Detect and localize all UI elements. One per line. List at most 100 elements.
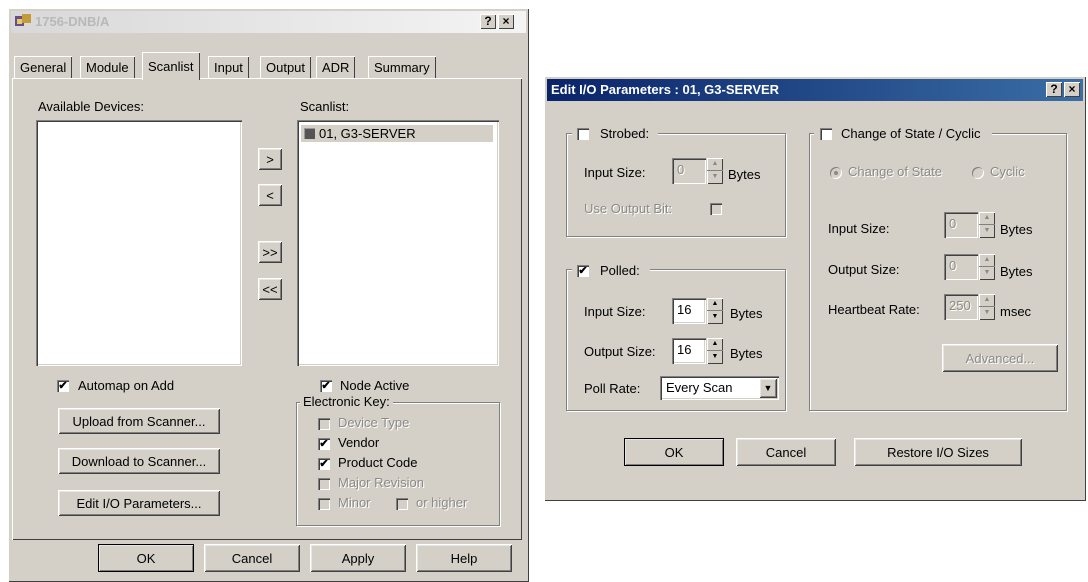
- or-higher-label: or higher: [416, 495, 468, 510]
- cos-output-spinner[interactable]: ▲ ▼: [979, 254, 995, 280]
- cyclic-radio[interactable]: [972, 167, 984, 179]
- device-type-checkbox[interactable]: [318, 418, 330, 430]
- vendor-checkbox[interactable]: ✔: [318, 438, 330, 450]
- spin-up-icon: ▲: [707, 158, 723, 171]
- cos-input-spinner[interactable]: ▲ ▼: [979, 212, 995, 238]
- cos-input-size-field[interactable]: 0: [944, 212, 978, 238]
- polled-output-size-field[interactable]: 16: [672, 338, 706, 364]
- product-code-checkbox[interactable]: ✔: [318, 458, 330, 470]
- apply-button[interactable]: Apply: [310, 544, 406, 572]
- available-devices-list[interactable]: [36, 120, 242, 366]
- cos-output-size-field[interactable]: 0: [944, 254, 978, 280]
- upload-from-scanner-button[interactable]: Upload from Scanner...: [58, 408, 220, 434]
- node-active-label: Node Active: [340, 378, 410, 393]
- tab-summary[interactable]: Summary: [368, 56, 436, 78]
- spin-up-icon: ▲: [979, 294, 995, 307]
- spin-up-icon: ▲: [707, 298, 723, 311]
- spin-down-icon: ▼: [983, 269, 991, 276]
- strobed-input-size-value: 0: [677, 162, 685, 177]
- strobed-bytes-label: Bytes: [728, 167, 761, 182]
- remove-all-button[interactable]: <<: [258, 278, 282, 300]
- spin-down-icon: ▼: [711, 353, 719, 360]
- cos-output-size-value: 0: [949, 258, 957, 273]
- edit-io-parameters-button[interactable]: Edit I/O Parameters...: [58, 490, 220, 516]
- help-title-button[interactable]: ?: [480, 14, 496, 29]
- use-output-bit-checkbox[interactable]: [710, 203, 722, 215]
- tab-scanlist[interactable]: Scanlist: [142, 52, 200, 80]
- scanner-title-bar[interactable]: 1756-DNB/A ? ×: [11, 11, 526, 33]
- io-title-bar[interactable]: Edit I/O Parameters : 01, G3-SERVER ? ×: [547, 79, 1083, 101]
- io-dialog-title: Edit I/O Parameters : 01, G3-SERVER: [551, 82, 780, 97]
- polled-input-size-field[interactable]: 16: [672, 298, 706, 324]
- add-all-button[interactable]: >>: [258, 241, 282, 263]
- cos-output-size-label: Output Size:: [828, 262, 900, 277]
- tab-module[interactable]: Module: [80, 56, 135, 78]
- restore-io-sizes-button[interactable]: Restore I/O Sizes: [854, 438, 1022, 466]
- polled-output-spinner[interactable]: ▲ ▼: [707, 338, 723, 364]
- remove-device-button[interactable]: <: [258, 184, 282, 206]
- scanlist-item-label: 01, G3-SERVER: [319, 126, 416, 141]
- scanlist-label: Scanlist:: [300, 99, 350, 114]
- cos-input-bytes-label: Bytes: [1000, 222, 1033, 237]
- spin-down-icon: ▼: [711, 313, 719, 320]
- heartbeat-rate-value: 250: [949, 298, 971, 313]
- strobed-group: [566, 133, 786, 237]
- msec-label: msec: [1000, 304, 1032, 319]
- node-active-checkbox[interactable]: ✔: [320, 380, 332, 392]
- cos-input-size-label: Input Size:: [828, 221, 890, 236]
- close-title-button[interactable]: ×: [498, 14, 514, 29]
- major-revision-checkbox[interactable]: [318, 478, 330, 490]
- poll-rate-select[interactable]: Every Scan ▼: [660, 376, 779, 400]
- tab-adr[interactable]: ADR: [316, 56, 356, 78]
- poll-rate-value: Every Scan: [666, 380, 733, 395]
- strobed-checkbox[interactable]: [577, 128, 589, 140]
- strobed-input-size-label: Input Size:: [584, 165, 646, 180]
- io-close-title-button[interactable]: ×: [1064, 82, 1080, 97]
- heartbeat-spinner[interactable]: ▲ ▼: [979, 294, 995, 320]
- strobed-input-size-field[interactable]: 0: [672, 158, 706, 184]
- polled-output-size-label: Output Size:: [584, 344, 656, 359]
- tab-general[interactable]: General: [14, 56, 73, 78]
- download-to-scanner-button[interactable]: Download to Scanner...: [58, 448, 220, 474]
- cancel-button[interactable]: Cancel: [204, 544, 300, 572]
- polled-output-size-value: 16: [677, 342, 692, 357]
- polled-input-spinner[interactable]: ▲ ▼: [707, 298, 723, 324]
- automap-checkbox[interactable]: ✔: [57, 380, 69, 392]
- chevron-down-icon[interactable]: ▼: [759, 378, 777, 398]
- polled-input-size-value: 16: [677, 302, 692, 317]
- scanlist-box[interactable]: 01, G3-SERVER: [297, 120, 499, 366]
- io-help-title-button[interactable]: ?: [1046, 82, 1062, 97]
- tab-input[interactable]: Input: [208, 56, 249, 78]
- advanced-button[interactable]: Advanced...: [942, 344, 1058, 372]
- polled-checkbox[interactable]: ✔: [577, 265, 589, 277]
- spin-up-icon: ▲: [707, 338, 723, 351]
- electronic-key-label: Electronic Key:: [300, 394, 393, 409]
- help-button[interactable]: Help: [416, 544, 512, 572]
- polled-output-bytes-label: Bytes: [730, 346, 763, 361]
- available-devices-label: Available Devices:: [38, 99, 144, 114]
- tab-output[interactable]: Output: [260, 56, 312, 78]
- poll-rate-label: Poll Rate:: [584, 381, 641, 396]
- strobed-label: Strobed:: [600, 126, 650, 141]
- device-type-label: Device Type: [338, 415, 410, 430]
- cos-checkbox[interactable]: [820, 128, 832, 140]
- major-revision-label: Major Revision: [338, 475, 424, 490]
- cos-output-bytes-label: Bytes: [1000, 264, 1033, 279]
- use-output-bit-label: Use Output Bit:: [584, 201, 673, 216]
- change-of-state-radio[interactable]: [830, 167, 842, 179]
- edit-io-parameters-dialog: Edit I/O Parameters : 01, G3-SERVER ? × …: [544, 76, 1086, 501]
- spin-down-icon: ▼: [983, 227, 991, 234]
- add-device-button[interactable]: >: [258, 148, 282, 170]
- spin-up-icon: ▲: [979, 212, 995, 225]
- product-code-label: Product Code: [338, 455, 418, 470]
- strobed-input-spinner[interactable]: ▲ ▼: [707, 158, 723, 184]
- app-icon: [15, 14, 31, 28]
- minor-checkbox[interactable]: [318, 498, 330, 510]
- io-cancel-button[interactable]: Cancel: [736, 438, 836, 466]
- or-higher-checkbox[interactable]: [396, 498, 408, 510]
- io-ok-button[interactable]: OK: [624, 438, 724, 466]
- heartbeat-rate-field[interactable]: 250: [944, 294, 978, 320]
- spin-up-icon: ▲: [979, 254, 995, 267]
- scanlist-item[interactable]: 01, G3-SERVER: [301, 125, 493, 142]
- ok-button[interactable]: OK: [98, 544, 194, 572]
